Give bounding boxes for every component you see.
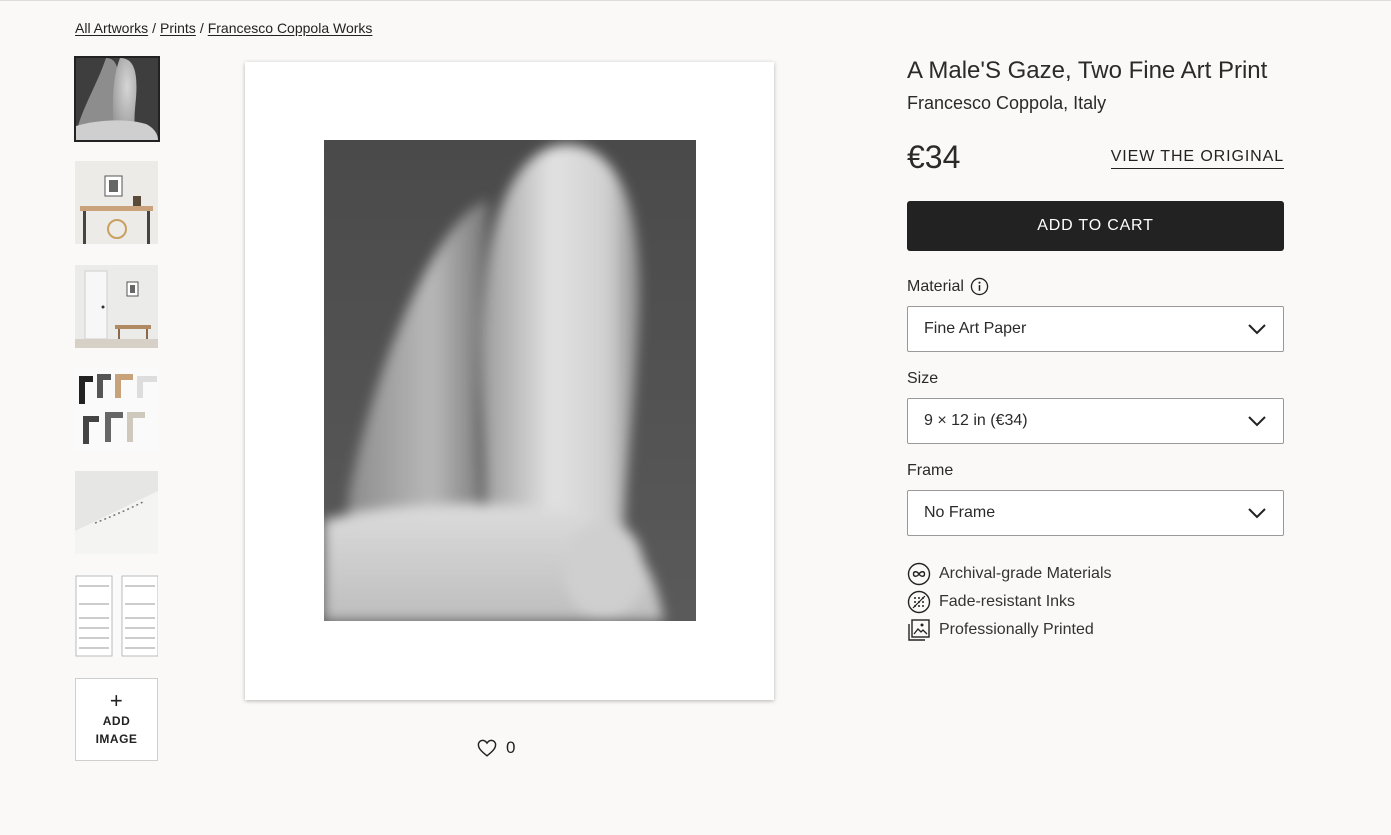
- size-group: Size 9 × 12 in (€34): [907, 370, 1284, 444]
- room-mockup-bench-image: [75, 265, 158, 348]
- info-icon[interactable]: [970, 277, 989, 296]
- breadcrumb-separator: /: [199, 20, 204, 36]
- material-select[interactable]: Fine Art Paper: [907, 306, 1284, 352]
- breadcrumb-separator: /: [152, 20, 157, 36]
- frame-group: Frame No Frame: [907, 462, 1284, 536]
- feature-fade-resistant-label: Fade-resistant Inks: [939, 593, 1076, 610]
- paper-detail-image: [75, 471, 158, 554]
- size-guide-image: [75, 574, 158, 657]
- chevron-down-icon: [1248, 416, 1266, 427]
- room-mockup-desk-image: [75, 161, 158, 244]
- thumbnail-frame-samples[interactable]: [75, 368, 158, 451]
- frame-selected-value: No Frame: [924, 504, 996, 521]
- product-price: €34: [907, 138, 961, 175]
- artist-name[interactable]: Francesco Coppola, Italy: [907, 93, 1284, 114]
- material-selected-value: Fine Art Paper: [924, 320, 1027, 337]
- ink-dots-icon: [907, 590, 931, 614]
- chevron-down-icon: [1248, 324, 1266, 335]
- feature-professionally-printed-label: Professionally Printed: [939, 621, 1094, 638]
- product-panel: A Male'S Gaze, Two Fine Art Print France…: [907, 55, 1284, 644]
- like-counter[interactable]: 0: [477, 738, 515, 758]
- artwork-preview: [245, 62, 774, 700]
- add-to-cart-button[interactable]: ADD TO CART: [907, 201, 1284, 251]
- size-selected-value: 9 × 12 in (€34): [924, 412, 1028, 429]
- add-image-label-line2: IMAGE: [95, 731, 138, 746]
- frame-select[interactable]: No Frame: [907, 490, 1284, 536]
- breadcrumb-artist-works[interactable]: Francesco Coppola Works: [208, 20, 373, 36]
- artwork-photo: [324, 140, 696, 621]
- like-count: 0: [506, 738, 516, 757]
- material-label-text: Material: [907, 277, 964, 295]
- breadcrumb-all-artworks[interactable]: All Artworks: [75, 20, 148, 36]
- artwork-image: [324, 140, 696, 621]
- print-stack-icon: [908, 619, 930, 641]
- feature-archival-label: Archival-grade Materials: [939, 565, 1112, 582]
- feature-list: Archival-grade Materials Fade-resistant …: [907, 560, 1284, 644]
- frame-samples-image: [75, 368, 158, 451]
- plus-icon: +: [109, 687, 124, 713]
- size-select[interactable]: 9 × 12 in (€34): [907, 398, 1284, 444]
- size-label: Size: [907, 370, 939, 387]
- feature-fade-resistant: Fade-resistant Inks: [907, 588, 1284, 616]
- breadcrumb: All Artworks / Prints / Francesco Coppola Wo…: [75, 20, 372, 36]
- heart-icon[interactable]: [477, 739, 497, 757]
- price-row: €34 VIEW THE ORIGINAL: [907, 138, 1284, 176]
- add-image-label-line1: ADD: [102, 713, 131, 728]
- chevron-down-icon: [1248, 508, 1266, 519]
- infinity-icon: [907, 562, 931, 586]
- view-original-link[interactable]: VIEW THE ORIGINAL: [1110, 148, 1284, 169]
- thumbnail-room-desk[interactable]: [75, 161, 158, 244]
- thumbnail-paper-detail[interactable]: [75, 471, 158, 554]
- material-label: Material: [907, 277, 1284, 296]
- thumbnail-artwork[interactable]: [74, 56, 160, 142]
- add-image-button[interactable]: + ADD IMAGE: [75, 678, 158, 761]
- feature-archival: Archival-grade Materials: [907, 560, 1284, 588]
- material-group: Material Fine Art Paper: [907, 277, 1284, 352]
- feature-professionally-printed: Professionally Printed: [907, 616, 1284, 644]
- artwork-thumbnail-image: [76, 58, 158, 140]
- thumbnail-size-guide[interactable]: [75, 574, 158, 657]
- product-title: A Male'S Gaze, Two Fine Art Print: [907, 57, 1268, 84]
- thumbnail-room-bench[interactable]: [75, 265, 158, 348]
- frame-label: Frame: [907, 462, 954, 479]
- breadcrumb-prints[interactable]: Prints: [160, 20, 196, 36]
